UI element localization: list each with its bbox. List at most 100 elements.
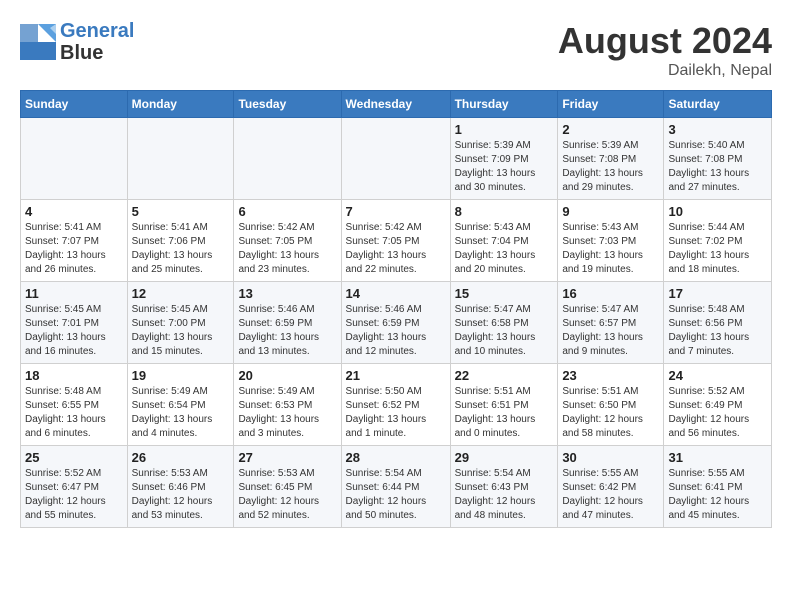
weekday-header-wednesday: Wednesday — [341, 91, 450, 118]
day-info: Sunrise: 5:55 AMSunset: 6:42 PMDaylight:… — [562, 467, 659, 523]
day-number: 2 — [562, 122, 659, 137]
calendar-header-row: SundayMondayTuesdayWednesdayThursdayFrid… — [21, 91, 772, 118]
day-info: Sunrise: 5:48 AMSunset: 6:56 PMDaylight:… — [668, 303, 767, 359]
calendar-cell: 20 Sunrise: 5:49 AMSunset: 6:53 PMDayligh… — [234, 364, 341, 446]
calendar-cell: 24Sunrise: 5:52 AMSunset: 6:49 PMDayligh… — [664, 364, 772, 446]
calendar-cell: 26Sunrise: 5:53 AMSunset: 6:46 PMDayligh… — [127, 446, 234, 528]
day-number: 8 — [455, 204, 554, 219]
day-number: 22 — [455, 368, 554, 383]
day-number: 1 — [455, 122, 554, 137]
day-info: Sunrise: 5:49 AMSunset: 6:53 PMDaylight:… — [238, 385, 336, 441]
day-info: Sunrise: 5:50 AMSunset: 6:52 PMDaylight:… — [346, 385, 446, 441]
day-info: Sunrise: 5:48 AMSunset: 6:55 PMDaylight:… — [25, 385, 123, 441]
calendar-cell: 17 Sunrise: 5:48 AMSunset: 6:56 PMDayligh… — [664, 282, 772, 364]
weekday-header-saturday: Saturday — [664, 91, 772, 118]
logo-blue: Blue — [60, 42, 103, 64]
calendar-cell — [234, 118, 341, 200]
calendar-cell — [341, 118, 450, 200]
day-info: Sunrise: 5:43 AMSunset: 7:04 PMDaylight:… — [455, 221, 554, 277]
day-info: Sunrise: 5:39 AMSunset: 7:09 PMDaylight:… — [455, 139, 554, 195]
logo-general: General — [60, 20, 134, 42]
calendar-cell: 13 Sunrise: 5:46 AMSunset: 6:59 PMDayligh… — [234, 282, 341, 364]
calendar-table: SundayMondayTuesdayWednesdayThursdayFrid… — [20, 90, 772, 528]
day-info: Sunrise: 5:45 AMSunset: 7:00 PMDaylight:… — [132, 303, 230, 359]
logo: General Blue — [20, 20, 134, 64]
day-number: 3 — [668, 122, 767, 137]
calendar-cell: 3 Sunrise: 5:40 AMSunset: 7:08 PMDaylight… — [664, 118, 772, 200]
title-block: August 2024 Dailekh, Nepal — [558, 20, 772, 80]
calendar-cell: 31Sunrise: 5:55 AMSunset: 6:41 PMDayligh… — [664, 446, 772, 528]
day-number: 21 — [346, 368, 446, 383]
calendar-cell: 7 Sunrise: 5:42 AMSunset: 7:05 PMDaylight… — [341, 200, 450, 282]
day-info: Sunrise: 5:47 AMSunset: 6:57 PMDaylight:… — [562, 303, 659, 359]
day-number: 28 — [346, 450, 446, 465]
day-info: Sunrise: 5:41 AMSunset: 7:07 PMDaylight:… — [25, 221, 123, 277]
day-info: Sunrise: 5:54 AMSunset: 6:43 PMDaylight:… — [455, 467, 554, 523]
calendar-cell: 2Sunrise: 5:39 AMSunset: 7:08 PMDaylight… — [558, 118, 664, 200]
day-number: 18 — [25, 368, 123, 383]
day-info: Sunrise: 5:53 AMSunset: 6:46 PMDaylight:… — [132, 467, 230, 523]
day-info: Sunrise: 5:47 AMSunset: 6:58 PMDaylight:… — [455, 303, 554, 359]
day-info: Sunrise: 5:40 AMSunset: 7:08 PMDaylight:… — [668, 139, 767, 195]
calendar-cell — [127, 118, 234, 200]
weekday-header-sunday: Sunday — [21, 91, 128, 118]
day-number: 9 — [562, 204, 659, 219]
calendar-cell: 6Sunrise: 5:42 AMSunset: 7:05 PMDaylight… — [234, 200, 341, 282]
calendar-cell: 18 Sunrise: 5:48 AMSunset: 6:55 PMDayligh… — [21, 364, 128, 446]
day-number: 19 — [132, 368, 230, 383]
page-header: General Blue August 2024 Dailekh, Nepal — [20, 20, 772, 80]
day-number: 23 — [562, 368, 659, 383]
day-number: 24 — [668, 368, 767, 383]
day-number: 11 — [25, 286, 123, 301]
day-info: Sunrise: 5:44 AMSunset: 7:02 PMDaylight:… — [668, 221, 767, 277]
weekday-header-monday: Monday — [127, 91, 234, 118]
calendar-cell: 25Sunrise: 5:52 AMSunset: 6:47 PMDayligh… — [21, 446, 128, 528]
day-number: 15 — [455, 286, 554, 301]
day-number: 27 — [238, 450, 336, 465]
day-number: 14 — [346, 286, 446, 301]
day-info: Sunrise: 5:51 AMSunset: 6:50 PMDaylight:… — [562, 385, 659, 441]
calendar-week-row: 11 Sunrise: 5:45 AMSunset: 7:01 PMDayligh… — [21, 282, 772, 364]
calendar-cell: 30 Sunrise: 5:55 AMSunset: 6:42 PMDayligh… — [558, 446, 664, 528]
calendar-cell: 8 Sunrise: 5:43 AMSunset: 7:04 PMDaylight… — [450, 200, 558, 282]
calendar-cell: 5 Sunrise: 5:41 AMSunset: 7:06 PMDaylight… — [127, 200, 234, 282]
day-number: 30 — [562, 450, 659, 465]
calendar-cell: 19Sunrise: 5:49 AMSunset: 6:54 PMDayligh… — [127, 364, 234, 446]
calendar-cell: 21 Sunrise: 5:50 AMSunset: 6:52 PMDayligh… — [341, 364, 450, 446]
day-number: 7 — [346, 204, 446, 219]
weekday-header-thursday: Thursday — [450, 91, 558, 118]
calendar-cell: 4 Sunrise: 5:41 AMSunset: 7:07 PMDaylight… — [21, 200, 128, 282]
day-info: Sunrise: 5:45 AMSunset: 7:01 PMDaylight:… — [25, 303, 123, 359]
day-number: 4 — [25, 204, 123, 219]
calendar-cell: 29 Sunrise: 5:54 AMSunset: 6:43 PMDayligh… — [450, 446, 558, 528]
calendar-cell: 15 Sunrise: 5:47 AMSunset: 6:58 PMDayligh… — [450, 282, 558, 364]
day-number: 13 — [238, 286, 336, 301]
day-info: Sunrise: 5:55 AMSunset: 6:41 PMDaylight:… — [668, 467, 767, 523]
calendar-cell: 10 Sunrise: 5:44 AMSunset: 7:02 PMDayligh… — [664, 200, 772, 282]
weekday-header-friday: Friday — [558, 91, 664, 118]
calendar-cell: 14 Sunrise: 5:46 AMSunset: 6:59 PMDayligh… — [341, 282, 450, 364]
calendar-week-row: 25Sunrise: 5:52 AMSunset: 6:47 PMDayligh… — [21, 446, 772, 528]
day-info: Sunrise: 5:41 AMSunset: 7:06 PMDaylight:… — [132, 221, 230, 277]
calendar-cell: 28Sunrise: 5:54 AMSunset: 6:44 PMDayligh… — [341, 446, 450, 528]
calendar-cell — [21, 118, 128, 200]
day-number: 5 — [132, 204, 230, 219]
day-info: Sunrise: 5:46 AMSunset: 6:59 PMDaylight:… — [238, 303, 336, 359]
calendar-cell: 1 Sunrise: 5:39 AMSunset: 7:09 PMDaylight… — [450, 118, 558, 200]
calendar-week-row: 18 Sunrise: 5:48 AMSunset: 6:55 PMDayligh… — [21, 364, 772, 446]
day-number: 20 — [238, 368, 336, 383]
day-info: Sunrise: 5:46 AMSunset: 6:59 PMDaylight:… — [346, 303, 446, 359]
day-info: Sunrise: 5:43 AMSunset: 7:03 PMDaylight:… — [562, 221, 659, 277]
day-info: Sunrise: 5:53 AMSunset: 6:45 PMDaylight:… — [238, 467, 336, 523]
location-subtitle: Dailekh, Nepal — [558, 62, 772, 80]
day-number: 25 — [25, 450, 123, 465]
day-number: 17 — [668, 286, 767, 301]
day-info: Sunrise: 5:42 AMSunset: 7:05 PMDaylight:… — [346, 221, 446, 277]
calendar-cell: 27 Sunrise: 5:53 AMSunset: 6:45 PMDayligh… — [234, 446, 341, 528]
logo-icon — [20, 24, 56, 60]
day-number: 10 — [668, 204, 767, 219]
day-number: 29 — [455, 450, 554, 465]
day-info: Sunrise: 5:51 AMSunset: 6:51 PMDaylight:… — [455, 385, 554, 441]
calendar-cell: 22 Sunrise: 5:51 AMSunset: 6:51 PMDayligh… — [450, 364, 558, 446]
calendar-cell: 9 Sunrise: 5:43 AMSunset: 7:03 PMDaylight… — [558, 200, 664, 282]
